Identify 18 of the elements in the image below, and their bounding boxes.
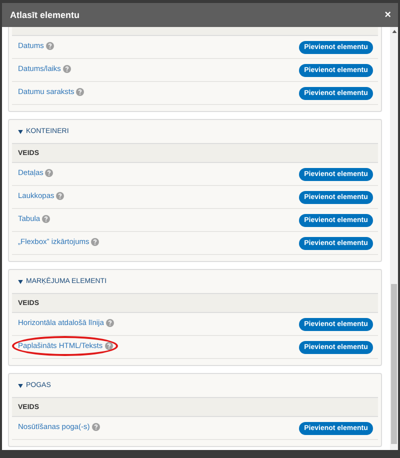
scroll-up-icon[interactable] xyxy=(392,30,396,33)
scrollbar-thumb[interactable] xyxy=(391,284,397,444)
help-icon[interactable] xyxy=(91,238,100,246)
help-icon[interactable] xyxy=(106,318,114,326)
help-icon[interactable] xyxy=(62,64,71,72)
help-icon[interactable] xyxy=(92,422,100,430)
help-icon[interactable] xyxy=(46,42,54,50)
scrollbar[interactable] xyxy=(390,27,398,450)
expand-icon[interactable] xyxy=(18,130,23,134)
expand-icon[interactable] xyxy=(18,384,23,388)
help-icon[interactable] xyxy=(45,168,54,176)
help-icon[interactable] xyxy=(56,192,64,200)
expand-icon[interactable] xyxy=(18,280,23,284)
help-icon[interactable] xyxy=(76,88,84,96)
window-title: Atlasīt elementu xyxy=(10,10,80,20)
help-icon[interactable] xyxy=(42,214,50,222)
close-button[interactable]: × xyxy=(384,10,391,20)
help-icon[interactable] xyxy=(104,342,113,350)
